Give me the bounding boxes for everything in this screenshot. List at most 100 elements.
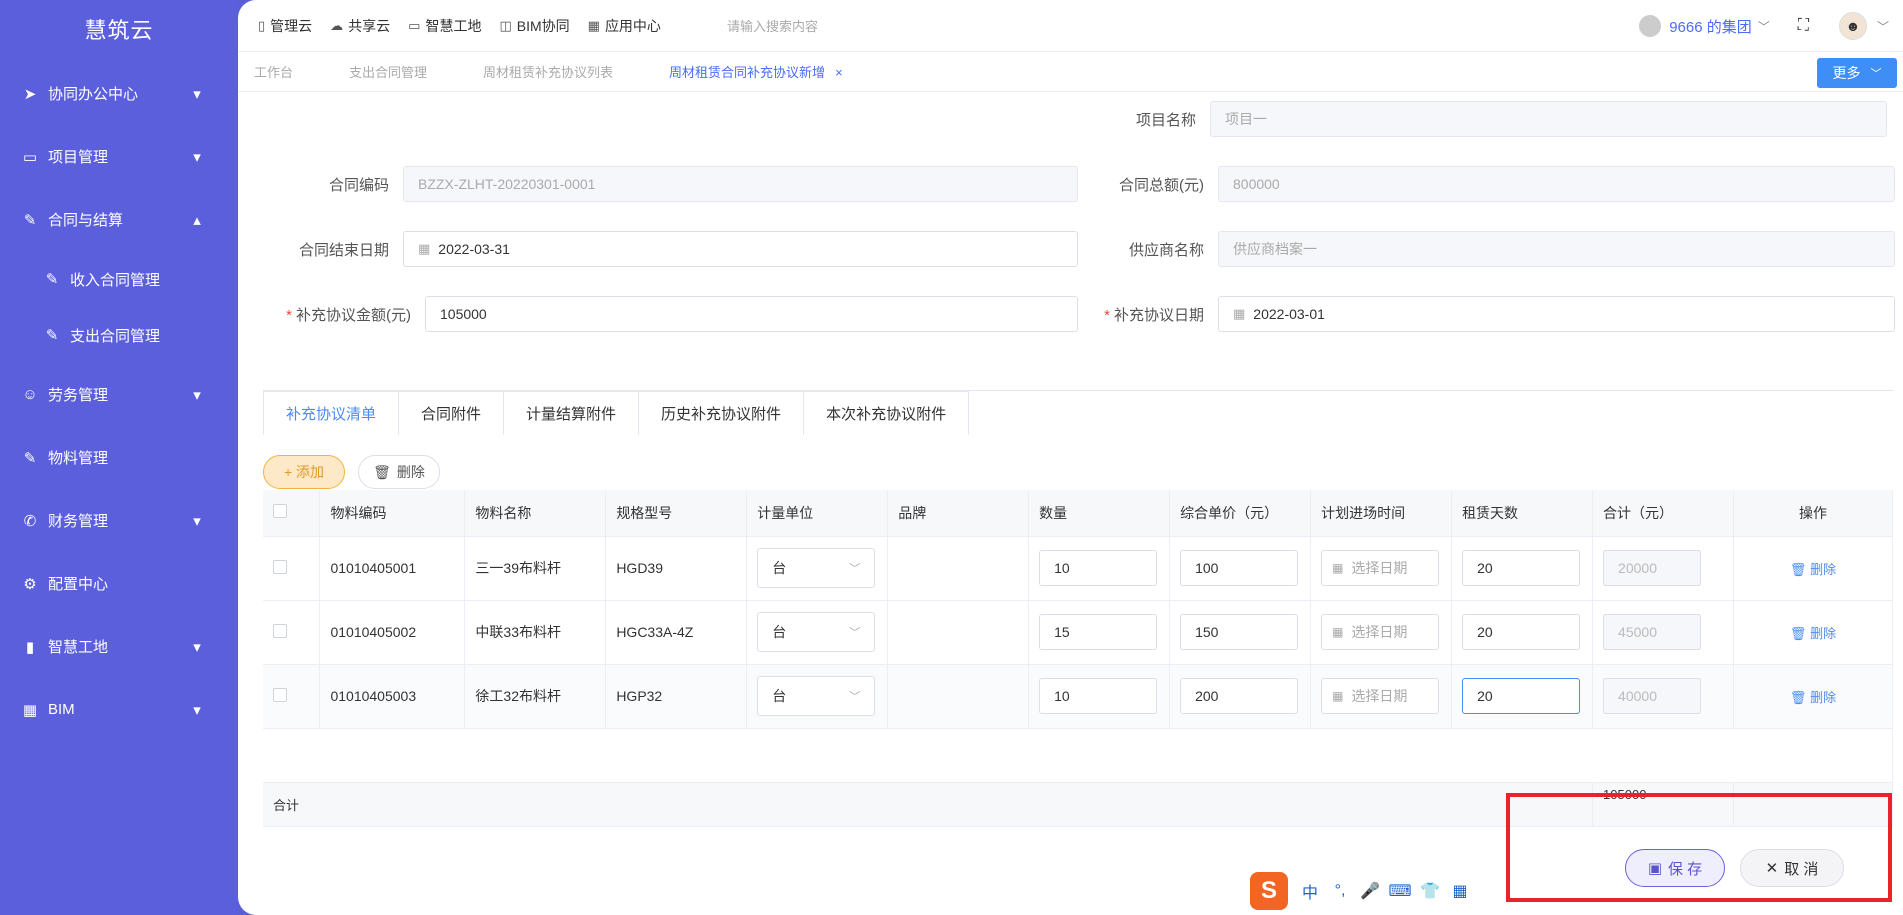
price-input[interactable]: 100 [1180, 550, 1299, 586]
keyboard-icon[interactable]: ⌨ [1386, 881, 1414, 901]
form-row-dates: 合同结束日期 ▦ 2022-03-31 供应商名称 供应商档案一 [263, 231, 1895, 267]
close-icon[interactable]: × [835, 65, 843, 80]
tab-current-attachments[interactable]: 本次补充协议附件 [804, 392, 969, 435]
unit-select[interactable]: 台 ﹀ [757, 548, 876, 588]
bar-chart-icon: ▮ [25, 638, 35, 656]
row-delete-button[interactable]: 🗑 删除 [1790, 626, 1836, 641]
supplier-field[interactable]: 供应商档案一 [1218, 231, 1895, 267]
chevron-down-icon: ﹀ [849, 691, 861, 703]
row-delete-button[interactable]: 🗑 删除 [1790, 690, 1836, 705]
tab-measure-attachments[interactable]: 计量结算附件 [504, 392, 640, 435]
topnav-management-cloud[interactable]: ▯ 管理云 [258, 16, 312, 36]
add-row-button[interactable]: + 添加 [263, 455, 345, 489]
topnav-shared-cloud[interactable]: ☁ 共享云 [330, 16, 390, 36]
worker-icon: ☺ [22, 386, 38, 403]
tab-rental-supp-add[interactable]: 周材租赁合同补充协议新增 × [653, 62, 859, 81]
more-label: 更多 [1832, 65, 1861, 81]
punctuation-icon[interactable]: °, [1326, 882, 1354, 900]
row-checkbox[interactable] [273, 623, 287, 638]
topnav-app-center[interactable]: ▦ 应用中心 [588, 16, 661, 36]
supp-amount-input[interactable]: 105000 [425, 296, 1078, 332]
entry-date-picker[interactable]: ▦ 选择日期 [1321, 678, 1440, 714]
qty-input[interactable]: 10 [1039, 550, 1158, 586]
op-cell: 🗑 删除 [1733, 600, 1893, 665]
tab-history-attachments[interactable]: 历史补充协议附件 [639, 392, 805, 435]
row-checkbox[interactable] [273, 559, 287, 574]
row-delete-button[interactable]: 🗑 删除 [1790, 562, 1836, 577]
contract-code-field[interactable]: BZZX-ZLHT-20220301-0001 [403, 166, 1078, 202]
sidebar-item-smart-site[interactable]: ▮ 智慧工地 ▾ [0, 615, 238, 678]
chevron-down-icon[interactable]: ﹀ [1877, 18, 1889, 35]
contract-total-field[interactable]: 800000 [1218, 166, 1895, 202]
skin-icon[interactable]: 👕 [1416, 881, 1444, 901]
days-input[interactable]: 20 [1462, 614, 1581, 650]
org-switcher[interactable]: 9666 的集团 ﹀ [1639, 15, 1770, 37]
topnav-bim[interactable]: ◫ BIM协同 [499, 16, 569, 36]
grid-icon: ▦ [22, 701, 38, 719]
cloud-icon: ☁ [330, 17, 344, 33]
total-cell: 40000 [1592, 664, 1735, 729]
qty-input[interactable]: 10 [1039, 678, 1158, 714]
tab-contract-attachments[interactable]: 合同附件 [399, 392, 505, 435]
edit-icon: ✎ [23, 211, 37, 229]
sidebar-item-label: 财务管理 [48, 513, 109, 530]
search-input[interactable]: 请输入搜索内容 [727, 16, 818, 35]
sidebar-item-labor[interactable]: ☺ 劳务管理 ▾ [0, 363, 238, 426]
tab-rental-supp-list[interactable]: 周材租赁补充协议列表 [467, 62, 629, 81]
monitor-icon: ▭ [408, 17, 421, 33]
days-input[interactable]: 20 [1462, 678, 1581, 714]
sidebar-subitem-expense-contract[interactable]: ✎ 支出合同管理 [0, 307, 238, 363]
end-date-picker[interactable]: ▦ 2022-03-31 [403, 231, 1078, 267]
topbar: ▯ 管理云 ☁ 共享云 ▭ 智慧工地 ◫ BIM协同 ▦ 应用中心 请输入搜索内… [238, 0, 1903, 52]
delete-rows-button[interactable]: 🗑 删除 [358, 455, 440, 489]
save-button[interactable]: ▣ 保 存 [1625, 849, 1725, 887]
supplier-label: 供应商名称 [1128, 241, 1204, 259]
qty-input[interactable]: 15 [1039, 614, 1158, 650]
user-avatar[interactable]: ☻ [1838, 12, 1867, 40]
topbar-right: 9666 的集团 ﹀ ⛶ ☻ ﹀ [1639, 0, 1889, 52]
sogou-logo-icon[interactable]: S [1250, 872, 1288, 910]
unit-select[interactable]: 台 ﹀ [757, 612, 876, 652]
col-header: 数量 [1028, 490, 1171, 537]
days-input[interactable]: 20 [1462, 550, 1581, 586]
row-select-cell [263, 536, 321, 601]
fullscreen-icon[interactable]: ⛶ [1798, 17, 1809, 35]
col-header: 规格型号 [605, 490, 748, 537]
sidebar-item-material[interactable]: ✎ 物料管理 [0, 426, 238, 489]
select-all-checkbox[interactable] [273, 504, 287, 519]
edit-icon: ✎ [23, 449, 37, 467]
topnav-label: 共享云 [348, 17, 391, 34]
microphone-icon[interactable]: 🎤 [1356, 881, 1384, 901]
cancel-label: 取 消 [1784, 860, 1819, 878]
sidebar-item-project[interactable]: ▭ 项目管理 ▾ [0, 125, 238, 188]
topnav-label: 管理云 [270, 17, 313, 34]
entry-date-picker[interactable]: ▦ 选择日期 [1321, 550, 1440, 586]
col-header: 租赁天数 [1451, 490, 1594, 537]
sidebar-item-bim[interactable]: ▦ BIM ▾ [0, 678, 238, 741]
cancel-button[interactable]: ✕ 取 消 [1740, 849, 1844, 887]
material-name: 徐工32布料杆 [464, 664, 607, 729]
entry-date-picker[interactable]: ▦ 选择日期 [1321, 614, 1440, 650]
brand-cell [887, 600, 1030, 665]
sidebar-item-config[interactable]: ⚙ 配置中心 [0, 552, 238, 615]
more-button[interactable]: 更多 ﹀ [1817, 58, 1897, 88]
tab-workbench[interactable]: 工作台 [238, 62, 309, 81]
brand-cell [887, 664, 1030, 729]
row-checkbox[interactable] [273, 687, 287, 702]
project-name-field[interactable]: 项目一 [1210, 101, 1887, 137]
sidebar-item-contract[interactable]: ✎ 合同与结算 ▴ [0, 188, 238, 251]
org-avatar-icon [1639, 15, 1662, 37]
sidebar-item-finance[interactable]: ✆ 财务管理 ▾ [0, 489, 238, 552]
tab-supp-list[interactable]: 补充协议清单 [264, 392, 400, 435]
price-input[interactable]: 150 [1180, 614, 1299, 650]
chinese-mode-icon[interactable]: 中 [1296, 879, 1324, 903]
price-input[interactable]: 200 [1180, 678, 1299, 714]
edit-icon: ✎ [45, 271, 59, 288]
tab-expense-contract[interactable]: 支出合同管理 [333, 62, 443, 81]
topnav-smart-site[interactable]: ▭ 智慧工地 [408, 16, 481, 36]
sidebar-item-collab[interactable]: ➤ 协同办公中心 ▾ [0, 62, 238, 125]
supp-date-picker[interactable]: ▦ 2022-03-01 [1218, 296, 1895, 332]
sidebar-subitem-income-contract[interactable]: ✎ 收入合同管理 [0, 251, 238, 307]
unit-select[interactable]: 台 ﹀ [757, 676, 876, 716]
apps-icon[interactable]: ▦ [1446, 881, 1474, 901]
